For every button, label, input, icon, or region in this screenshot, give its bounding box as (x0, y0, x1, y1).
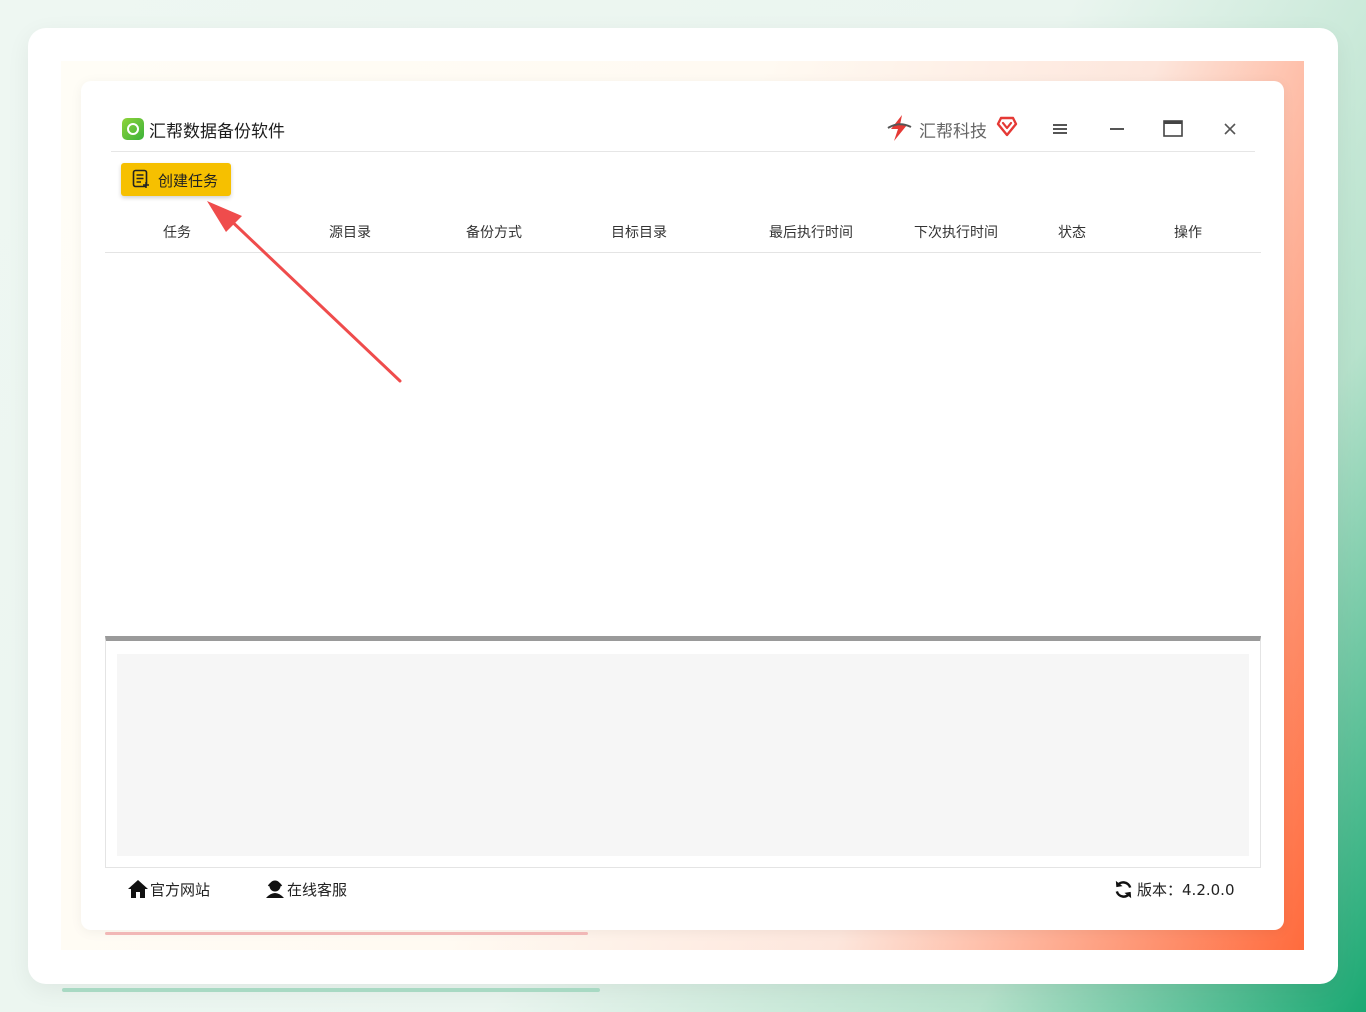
column-header-target-dir[interactable]: 目标目录 (611, 222, 667, 242)
user-service-icon (266, 880, 284, 898)
online-service-link[interactable]: 在线客服 (264, 876, 364, 902)
create-task-button[interactable]: 创建任务 (121, 163, 231, 196)
column-header-last-run[interactable]: 最后执行时间 (769, 222, 853, 242)
column-header-status[interactable]: 状态 (1058, 222, 1086, 242)
minimize-button[interactable] (1103, 115, 1131, 143)
column-header-source-dir[interactable]: 源目录 (329, 222, 371, 242)
official-website-label: 官方网站 (150, 881, 211, 899)
close-icon (1224, 123, 1236, 135)
maximize-button[interactable] (1159, 115, 1187, 143)
task-table-body[interactable] (105, 253, 1261, 635)
official-website-link[interactable]: 官方网站 (127, 876, 227, 902)
brand-name: 汇帮科技 (919, 122, 987, 142)
menu-button[interactable] (1046, 115, 1074, 143)
refresh-icon (1115, 880, 1132, 899)
create-task-label: 创建任务 (158, 172, 219, 190)
online-service-label: 在线客服 (287, 881, 348, 899)
app-title: 汇帮数据备份软件 (149, 122, 285, 142)
vip-heart-icon[interactable] (995, 114, 1019, 138)
log-area[interactable] (117, 654, 1249, 856)
home-icon (128, 880, 148, 898)
column-header-backup-mode[interactable]: 备份方式 (466, 222, 522, 242)
task-table-header: 任务 源目录 备份方式 目标目录 最后执行时间 下次执行时间 状态 操作 (105, 211, 1261, 253)
close-button[interactable] (1216, 115, 1244, 143)
version-info[interactable]: 版本：4.2.0.0 (1113, 876, 1243, 902)
app-logo-icon (122, 118, 144, 140)
maximize-icon (1163, 120, 1183, 137)
brand-logo-icon (887, 115, 912, 141)
version-label: 版本：4.2.0.0 (1137, 879, 1235, 900)
version-number: 4.2.0.0 (1182, 881, 1235, 899)
app-window: 汇帮数据备份软件 汇帮科技 创建任务 任务 源目录 备份方式 目标目录 最后执行… (81, 81, 1284, 930)
desktop-background: 汇帮数据备份软件 汇帮科技 创建任务 任务 源目录 备份方式 目标目录 最后执行… (0, 0, 1366, 1012)
column-header-next-run[interactable]: 下次执行时间 (914, 222, 998, 242)
minimize-icon (1110, 128, 1124, 130)
version-prefix: 版本： (1137, 881, 1183, 899)
log-panel (105, 636, 1261, 868)
menu-icon (1053, 124, 1067, 134)
decorative-line (105, 932, 588, 935)
task-list-icon (132, 169, 149, 188)
decorative-line (62, 988, 600, 992)
column-header-task[interactable]: 任务 (163, 222, 191, 242)
column-header-actions[interactable]: 操作 (1174, 222, 1202, 242)
title-bar[interactable]: 汇帮数据备份软件 汇帮科技 (111, 107, 1255, 152)
